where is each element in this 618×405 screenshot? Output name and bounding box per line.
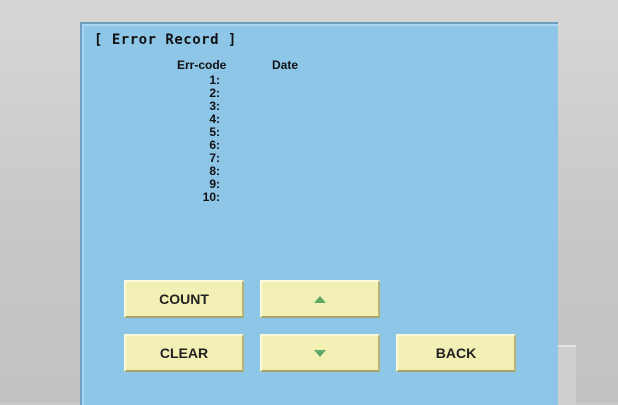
scroll-down-button[interactable] [260, 334, 380, 372]
back-button[interactable]: BACK [396, 334, 516, 372]
triangle-down-icon [314, 349, 326, 357]
screen-title: [ Error Record ] [94, 32, 237, 48]
column-header-err-code: Err-code [177, 58, 227, 72]
clear-button[interactable]: CLEAR [124, 334, 244, 372]
bezel-edge [556, 345, 576, 405]
triangle-up-icon [314, 295, 326, 303]
column-header-date: Date [272, 58, 299, 72]
error-record-list: 1: 2: 3: 4: 5: 6: 7: 8: 9: 10: [176, 74, 220, 204]
count-button[interactable]: COUNT [124, 280, 244, 318]
error-record-screen: [ Error Record ] Err-code Date 1: 2: 3: … [80, 22, 558, 405]
record-row-index: 10: [202, 190, 220, 204]
scroll-up-button[interactable] [260, 280, 380, 318]
